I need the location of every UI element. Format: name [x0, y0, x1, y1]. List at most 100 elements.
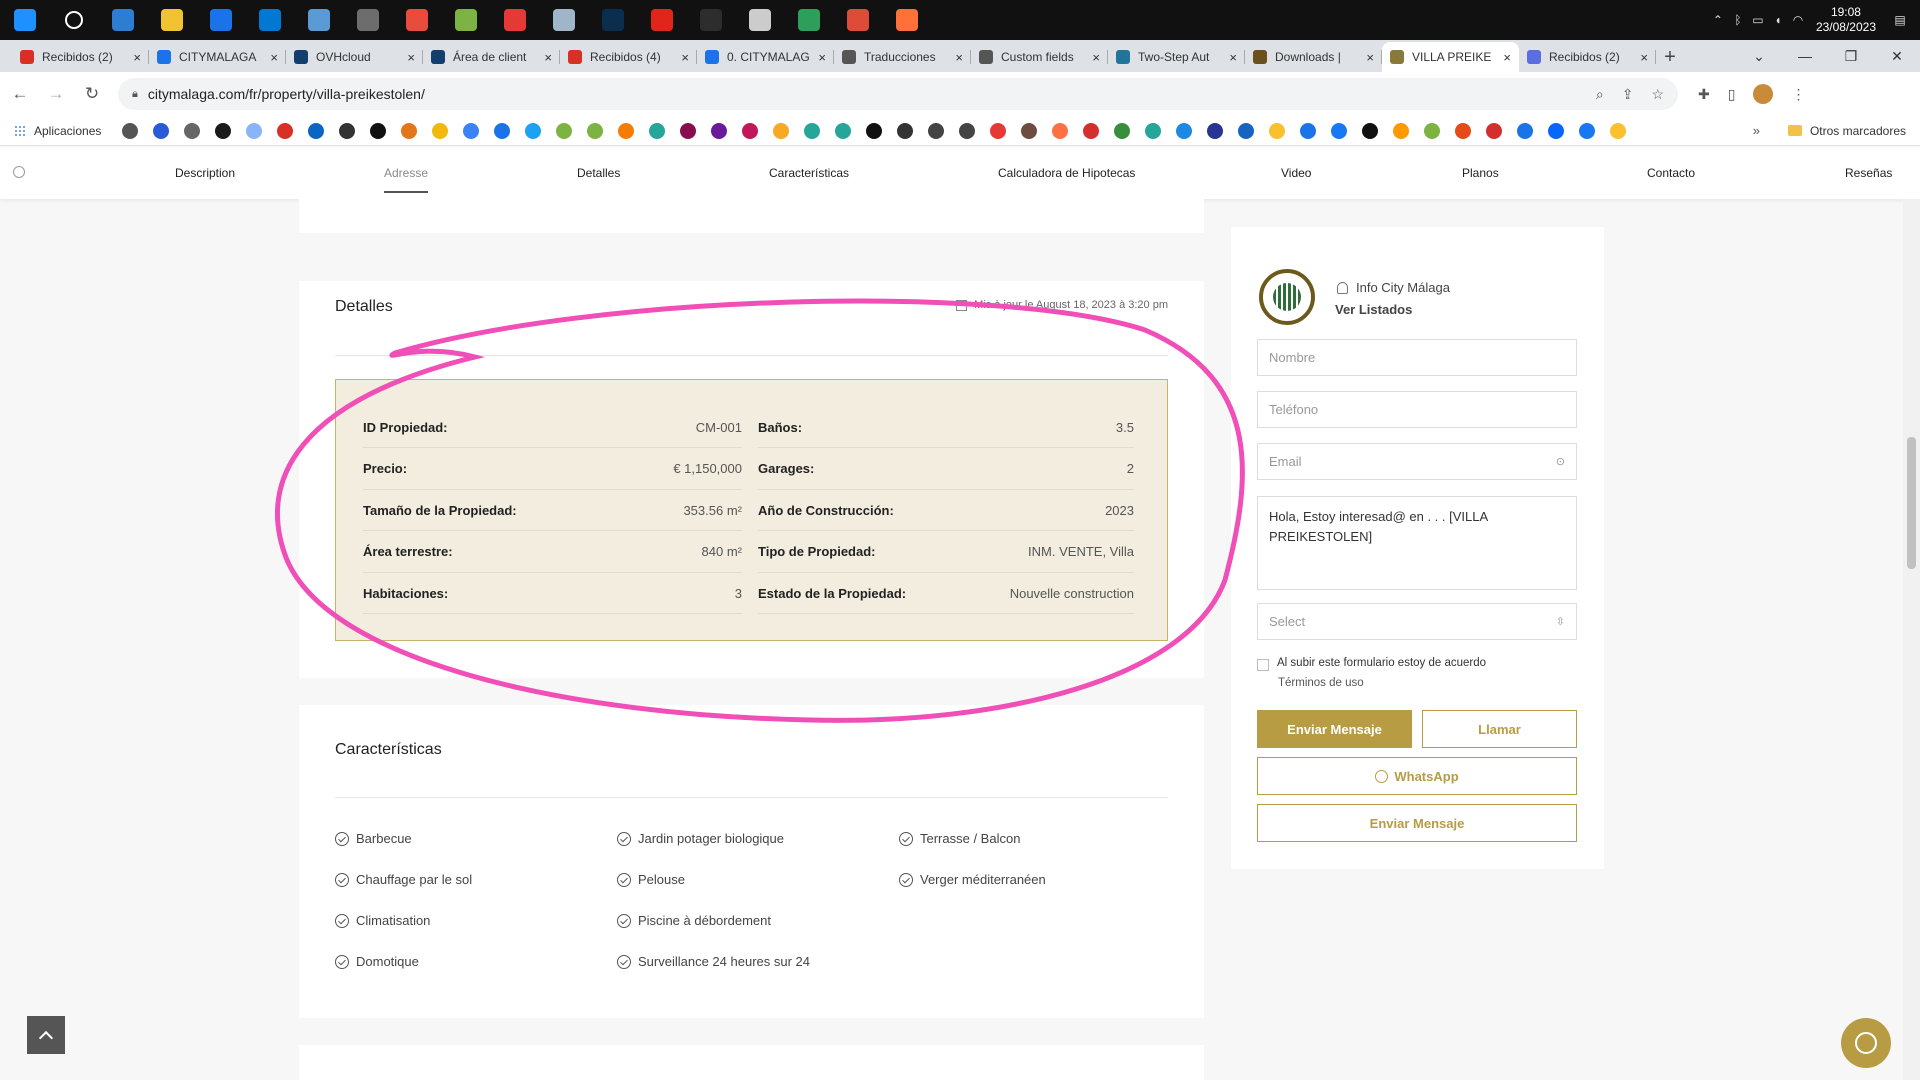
profile-avatar[interactable]: [1753, 84, 1774, 104]
bookmark-icon[interactable]: [1021, 122, 1038, 139]
browser-tab[interactable]: VILLA PREIKE ×: [1382, 42, 1519, 72]
tab-close-icon[interactable]: ×: [955, 50, 963, 65]
bookmark-icon[interactable]: [1207, 122, 1224, 139]
browser-tab[interactable]: CITYMALAGA ×: [149, 42, 286, 72]
bookmark-icon[interactable]: [649, 122, 666, 139]
side-panel-icon[interactable]: ▯: [1728, 86, 1736, 103]
reload-button[interactable]: ↻: [76, 84, 108, 104]
section-nav-item[interactable]: Calculadora de Hipotecas: [998, 166, 1135, 180]
store-icon[interactable]: [245, 0, 294, 40]
terms-checkbox[interactable]: [1257, 659, 1269, 671]
browser-tab[interactable]: Downloads | ×: [1245, 42, 1382, 72]
browser-tab[interactable]: 0. CITYMALAG ×: [697, 42, 834, 72]
new-tab-button[interactable]: +: [1656, 42, 1684, 72]
bookmark-icon[interactable]: [1486, 122, 1503, 139]
bookmark-icon[interactable]: [153, 122, 170, 139]
tab-close-icon[interactable]: ×: [407, 50, 415, 65]
zoom-icon[interactable]: ⌕: [1596, 86, 1604, 103]
wifi-icon[interactable]: ◠: [1788, 13, 1808, 27]
share-icon[interactable]: ⇪: [1622, 86, 1634, 103]
bookmark-icon[interactable]: [122, 122, 139, 139]
extensions-icon[interactable]: ✚: [1698, 86, 1710, 103]
tab-close-icon[interactable]: ×: [1503, 50, 1511, 65]
bookmark-icon[interactable]: [1579, 122, 1596, 139]
tab-close-icon[interactable]: ×: [1640, 50, 1648, 65]
whatsapp-float-button[interactable]: [1841, 1018, 1891, 1068]
bookmark-icon[interactable]: [246, 122, 263, 139]
tab-close-icon[interactable]: ×: [133, 50, 141, 65]
bookmark-icon[interactable]: [804, 122, 821, 139]
settings-icon[interactable]: [735, 0, 784, 40]
tab-close-icon[interactable]: ×: [1092, 50, 1100, 65]
bookmark-icon[interactable]: [463, 122, 480, 139]
tab-search-icon[interactable]: ⌄: [1736, 48, 1782, 65]
remote-icon[interactable]: [294, 0, 343, 40]
minimize-button[interactable]: —: [1782, 48, 1828, 64]
bookmark-icon[interactable]: [1424, 122, 1441, 139]
forward-button[interactable]: →: [40, 84, 72, 104]
bookmark-icon[interactable]: [1238, 122, 1255, 139]
mail-icon[interactable]: [196, 0, 245, 40]
bookmark-icon[interactable]: [184, 122, 201, 139]
bookmark-icon[interactable]: [1145, 122, 1162, 139]
bookmark-icon[interactable]: [1455, 122, 1472, 139]
other-bookmarks-folder[interactable]: Otros marcadores: [1787, 124, 1906, 138]
bookmarks-overflow-button[interactable]: »: [1753, 123, 1760, 138]
edge-beta-icon[interactable]: [784, 0, 833, 40]
page-scrollbar[interactable]: [1903, 199, 1920, 1080]
bookmark-icon[interactable]: [1517, 122, 1534, 139]
chrome-icon[interactable]: [833, 0, 882, 40]
bookmark-icon[interactable]: [277, 122, 294, 139]
browser-tab[interactable]: Recibidos (2) ×: [12, 42, 149, 72]
app-icon[interactable]: [98, 0, 147, 40]
name-input[interactable]: Nombre: [1257, 339, 1577, 376]
scroll-to-top-button[interactable]: [27, 1016, 65, 1054]
bookmark-icon[interactable]: [835, 122, 852, 139]
browser-tab[interactable]: Custom fields ×: [971, 42, 1108, 72]
restore-button[interactable]: ❐: [1828, 48, 1874, 65]
tab-close-icon[interactable]: ×: [1229, 50, 1237, 65]
photoshop-icon[interactable]: [588, 0, 637, 40]
tab-close-icon[interactable]: ×: [544, 50, 552, 65]
send-message-button[interactable]: Enviar Mensaje: [1257, 710, 1412, 748]
bookmark-icon[interactable]: [1362, 122, 1379, 139]
bookmark-star-icon[interactable]: ☆: [1651, 86, 1664, 103]
bookmark-icon[interactable]: [1331, 122, 1348, 139]
bookmark-icon[interactable]: [1610, 122, 1627, 139]
call-button[interactable]: Llamar: [1422, 710, 1577, 748]
bookmark-icon[interactable]: [215, 122, 232, 139]
tab-close-icon[interactable]: ×: [818, 50, 826, 65]
send-message-button-secondary[interactable]: Enviar Mensaje: [1257, 804, 1577, 842]
file-explorer-icon[interactable]: [147, 0, 196, 40]
bookmark-icon[interactable]: [711, 122, 728, 139]
bookmark-icon[interactable]: [370, 122, 387, 139]
tab-close-icon[interactable]: ×: [270, 50, 278, 65]
bookmark-icon[interactable]: [587, 122, 604, 139]
calculator-icon[interactable]: [343, 0, 392, 40]
notes-icon[interactable]: [441, 0, 490, 40]
email-input[interactable]: Email ⊙: [1257, 443, 1577, 480]
bookmark-icon[interactable]: [1548, 122, 1565, 139]
bookmark-icon[interactable]: [742, 122, 759, 139]
agent-avatar[interactable]: [1259, 269, 1315, 325]
bookmark-icon[interactable]: [990, 122, 1007, 139]
bookmark-apps[interactable]: Aplicaciones: [14, 124, 101, 138]
browser-tab[interactable]: Recibidos (4) ×: [560, 42, 697, 72]
section-nav-item[interactable]: Detalles: [577, 166, 620, 180]
search-icon[interactable]: [49, 0, 98, 40]
bookmark-icon[interactable]: [1176, 122, 1193, 139]
back-button[interactable]: ←: [4, 84, 36, 104]
browser-tab[interactable]: Two-Step Aut ×: [1108, 42, 1245, 72]
bookmark-icon[interactable]: [773, 122, 790, 139]
bookmark-icon[interactable]: [1300, 122, 1317, 139]
bookmark-icon[interactable]: [556, 122, 573, 139]
section-nav-item[interactable]: Description: [175, 166, 235, 180]
windows-start-icon[interactable]: [0, 0, 49, 40]
notifications-icon[interactable]: ▤: [1890, 13, 1910, 27]
bookmark-icon[interactable]: [339, 122, 356, 139]
browser-tab[interactable]: Recibidos (2) ×: [1519, 42, 1656, 72]
section-nav-item[interactable]: Planos: [1462, 166, 1499, 180]
bookmark-icon[interactable]: [959, 122, 976, 139]
terms-link[interactable]: Términos de uso: [1278, 677, 1364, 689]
inquiry-type-select[interactable]: Select ⇳: [1257, 603, 1577, 640]
